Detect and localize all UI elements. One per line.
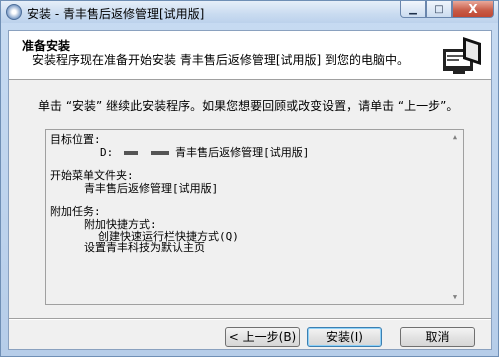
app-icon <box>6 4 22 20</box>
start-menu-value: 青丰售后返修管理[试用版] <box>84 182 219 195</box>
dest-drive: D: <box>100 146 114 159</box>
redacted-path-segment <box>123 151 138 155</box>
start-menu-label: 开始菜单文件夹: <box>50 169 134 182</box>
close-button[interactable]: X <box>452 1 494 18</box>
homepage-task: 设置青丰科技为默认主页 <box>84 241 205 254</box>
footer-divider <box>9 318 491 320</box>
intro-text: 单击 “安装” 继续此安装程序。如果您想要回顾或改变设置，请单击 “上一步”。 <box>38 99 459 113</box>
minimize-icon: ▁ <box>409 3 417 15</box>
maximize-button[interactable]: □ <box>426 1 452 18</box>
scroll-down-arrow-icon[interactable]: ▼ <box>448 291 462 303</box>
window-title: 安装 - 青丰售后返修管理[试用版] <box>27 7 205 21</box>
back-button[interactable]: < 上一步(B) <box>225 327 300 347</box>
dest-path: D: 青丰售后返修管理[试用版] <box>100 147 309 159</box>
tasks-label: 附加任务: <box>50 205 101 218</box>
installer-window: 安装 - 青丰售后返修管理[试用版] ▁ □ X 准备安装 安装程序现在准备开始… <box>0 0 499 357</box>
dest-folder: 青丰售后返修管理[试用版] <box>175 146 310 159</box>
title-bar[interactable]: 安装 - 青丰售后返修管理[试用版] ▁ □ X <box>1 1 498 23</box>
scroll-up-arrow-icon[interactable]: ▲ <box>448 131 462 143</box>
install-button[interactable]: 安装(I) <box>307 327 382 347</box>
minimize-button[interactable]: ▁ <box>400 1 426 18</box>
window-controls: ▁ □ X <box>400 1 494 19</box>
maximize-icon: □ <box>434 3 444 15</box>
page-subtitle: 安装程序现在准备开始安装 青丰售后返修管理[试用版] 到您的电脑中。 <box>32 53 409 67</box>
ready-memo[interactable]: 目标位置: D: 青丰售后返修管理[试用版] 开始菜单文件夹: 青丰售后返修管理… <box>45 129 464 305</box>
dest-label: 目标位置: <box>50 133 101 146</box>
wizard-body: 准备安装 安装程序现在准备开始安装 青丰售后返修管理[试用版] 到您的电脑中。 … <box>8 30 492 350</box>
redacted-path-segment <box>150 151 169 155</box>
computer-install-icon <box>443 37 481 74</box>
close-icon: X <box>468 2 478 16</box>
wizard-header: 准备安装 安装程序现在准备开始安装 青丰售后返修管理[试用版] 到您的电脑中。 <box>9 31 491 80</box>
cancel-button[interactable]: 取消 <box>400 327 475 347</box>
